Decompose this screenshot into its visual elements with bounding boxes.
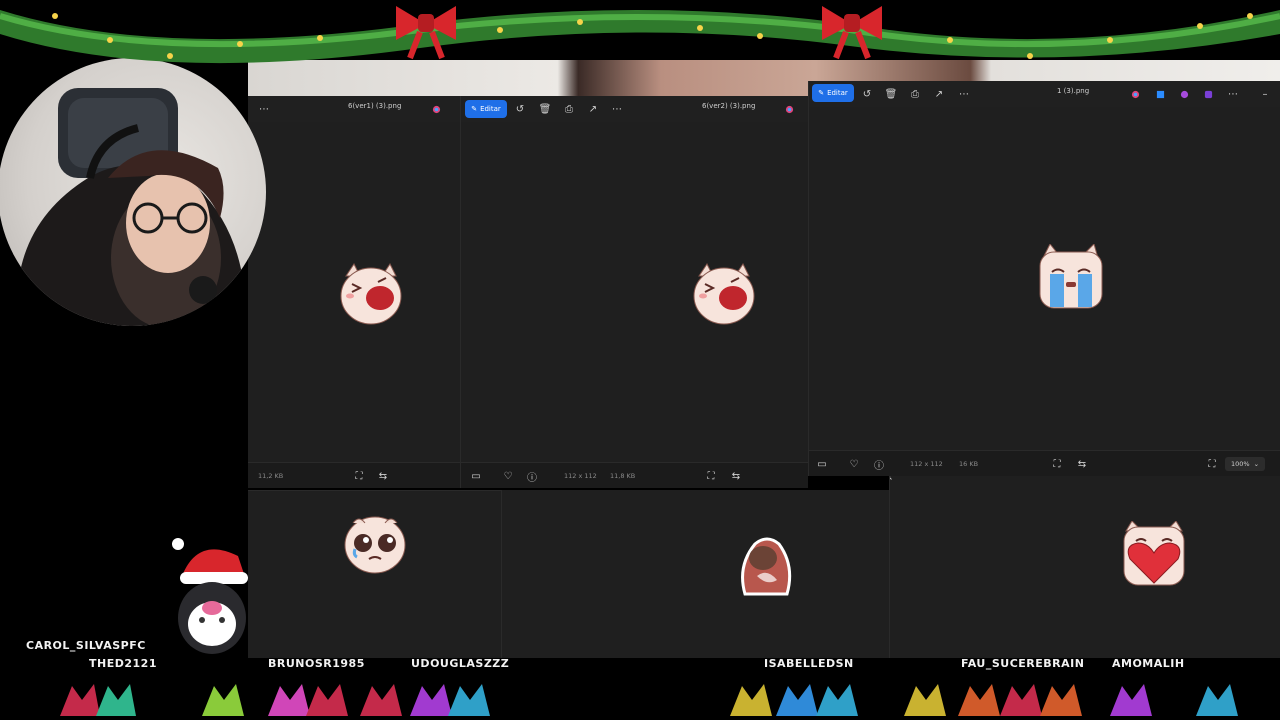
photo-window-bottom-right: × [889, 476, 1280, 658]
emote-crying-cat [1038, 243, 1104, 314]
dragon-avatar-group [60, 684, 1238, 716]
photo-window-left: ⋯ 6(ver1) (3).png 11,2 KB ⛶ ⇆ [248, 96, 460, 488]
chat-username: THED2121 [89, 657, 157, 670]
chat-username: CAROL_SILVASPFC [26, 639, 146, 652]
bow-right [822, 6, 882, 60]
copilot-icon[interactable] [782, 102, 796, 116]
zoom-level: 100% [1230, 460, 1250, 468]
window-title: 6(ver2) (3).png [702, 102, 756, 110]
favorite-icon[interactable]: ♡ [847, 457, 861, 471]
emote-laughing-cat [691, 262, 757, 330]
zoom-dropdown[interactable]: 100% ⌄ [1225, 457, 1265, 471]
file-size: 11,2 KB [258, 472, 284, 480]
edit-button[interactable]: ✎ Editar [812, 84, 854, 102]
chat-username: ISABELLEDSN [764, 657, 854, 670]
image-dimensions: 112 x 112 [910, 460, 943, 468]
window-toolbar: ✎ Editar ↺ 🗑 ⎙ ↗ ⋯ 1 (3).png ⋯ – [809, 81, 1280, 107]
fullscreen-icon[interactable]: ⛶ [1205, 457, 1219, 471]
minimize-icon[interactable]: – [1258, 87, 1272, 101]
emote-heart-cat [1122, 520, 1186, 591]
rotate-icon[interactable]: ↺ [513, 102, 527, 116]
print-icon[interactable]: ⎙ [908, 87, 922, 101]
share-icon[interactable]: ↗ [932, 87, 946, 101]
file-size: 11,8 KB [610, 472, 636, 480]
copilot-icon[interactable] [429, 102, 443, 116]
favorite-icon[interactable]: ♡ [501, 469, 515, 483]
edit-icon: ✎ [471, 105, 478, 113]
chat-username: BRUNOSR1985 [268, 657, 365, 670]
status-bar: ▭ ♡ ⓘ 112 x 112 11,8 KB ⛶ ⇆ [461, 462, 808, 488]
photo-window-bottom-left [248, 490, 501, 658]
stream-scene: ⋯ 6(ver1) (3).png 11,2 KB ⛶ ⇆ ✎ Editar ↺… [0, 0, 1280, 720]
fit-icon[interactable]: ⛶ [352, 469, 366, 483]
photo-window-bottom-middle [501, 490, 889, 658]
filmstrip-icon[interactable]: ▭ [815, 457, 829, 471]
webcam-feed [0, 58, 266, 326]
status-bar: ▭ ♡ ⓘ 112 x 112 16 KB ⛶ ⇆ ⛶ 100% ⌄ [809, 450, 1280, 476]
chat-username: AMOMALIH [1112, 657, 1185, 670]
rotate-icon[interactable]: ↺ [860, 87, 874, 101]
edit-label: Editar [827, 89, 848, 97]
streamer-silhouette [16, 88, 247, 326]
share-icon[interactable]: ↗ [586, 102, 600, 116]
edit-label: Editar [480, 105, 501, 113]
designer-icon[interactable] [1153, 87, 1167, 101]
print-icon[interactable]: ⎙ [562, 102, 576, 116]
christmas-garland [0, 6, 1280, 64]
more-icon[interactable]: ⋯ [257, 102, 271, 116]
compare-icon[interactable]: ⇆ [729, 469, 743, 483]
copilot-icon[interactable] [1128, 87, 1142, 101]
compare-icon[interactable]: ⇆ [1075, 457, 1089, 471]
chat-avatars-row [60, 684, 1238, 716]
file-size: 16 KB [959, 460, 979, 468]
emote-pleading-cat [343, 511, 407, 579]
clipchamp-icon[interactable] [1177, 87, 1191, 101]
more-icon[interactable]: ⋯ [1226, 87, 1240, 101]
window-title: 1 (3).png [1057, 87, 1090, 95]
delete-icon[interactable]: 🗑 [538, 102, 552, 116]
chat-username: FAU_SUCEREBRAIN [961, 657, 1085, 670]
window-toolbar: ✎ Editar ↺ 🗑 ⎙ ↗ ⋯ 6(ver2) (3).png [461, 96, 808, 122]
emote-laughing-cat [338, 262, 404, 330]
fit-icon[interactable]: ⛶ [1050, 457, 1064, 471]
chat-username: UDOUGLASZZZ [411, 657, 510, 670]
emote-blanket-cat [735, 536, 797, 602]
more-icon[interactable]: ⋯ [610, 102, 624, 116]
edit-icon: ✎ [818, 89, 825, 97]
photo-window-right: ✎ Editar ↺ 🗑 ⎙ ↗ ⋯ 1 (3).png ⋯ – ▭ ♡ ⓘ 1… [808, 81, 1280, 476]
image-dimensions: 112 x 112 [564, 472, 597, 480]
bow-left [396, 6, 456, 60]
filmstrip-icon[interactable]: ▭ [469, 469, 483, 483]
window-title: 6(ver1) (3).png [348, 102, 402, 110]
photos-app-icon[interactable] [1201, 87, 1215, 101]
info-icon[interactable]: ⓘ [525, 469, 539, 484]
info-icon[interactable]: ⓘ [872, 457, 886, 472]
close-icon[interactable]: × [890, 476, 896, 484]
fit-icon[interactable]: ⛶ [704, 469, 718, 483]
photo-window-middle: ✎ Editar ↺ 🗑 ⎙ ↗ ⋯ 6(ver2) (3).png ▭ ♡ ⓘ… [460, 96, 808, 488]
window-toolbar: ⋯ 6(ver1) (3).png [248, 96, 460, 122]
status-bar: 11,2 KB ⛶ ⇆ [248, 462, 460, 488]
delete-icon[interactable]: 🗑 [884, 87, 898, 101]
santa-mascot [172, 538, 248, 654]
edit-button[interactable]: ✎ Editar [465, 100, 507, 118]
zoom-chevron-icon: ⌄ [1253, 460, 1260, 468]
more-icon[interactable]: ⋯ [957, 87, 971, 101]
compare-icon[interactable]: ⇆ [376, 469, 390, 483]
